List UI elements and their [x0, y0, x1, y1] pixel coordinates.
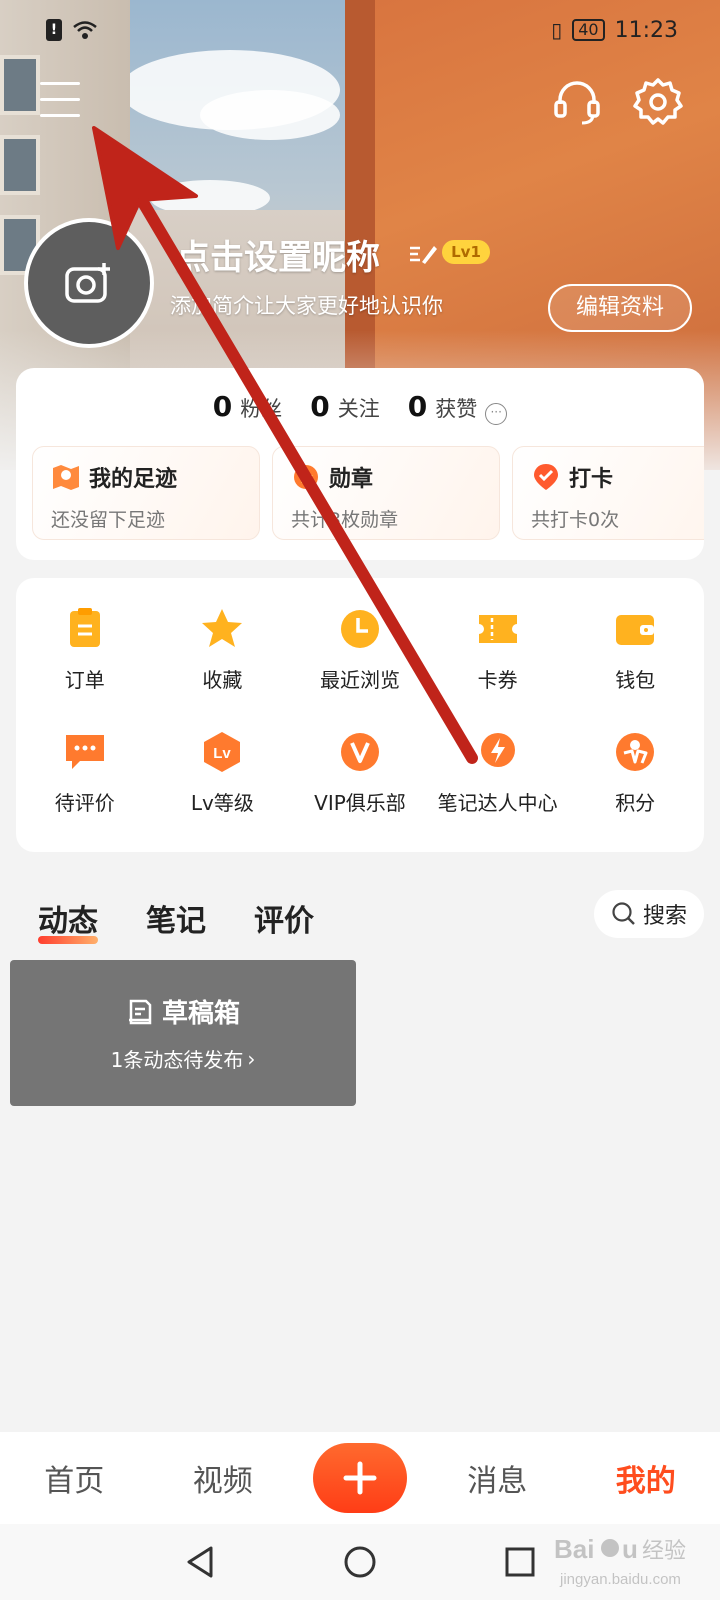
- service-favorites[interactable]: 收藏: [154, 606, 292, 693]
- service-coupons[interactable]: 卡券: [429, 606, 567, 693]
- drafts-title: 草稿箱: [161, 999, 240, 1029]
- service-label: VIP俱乐部: [314, 791, 406, 815]
- wifi-icon: [73, 21, 97, 39]
- stat-value: 0: [407, 390, 428, 423]
- lightning-icon: [480, 733, 515, 767]
- customer-service-icon[interactable]: [552, 78, 602, 126]
- vip-icon: [340, 733, 379, 771]
- alert-icon: !: [46, 19, 62, 41]
- recents-icon[interactable]: [503, 1545, 537, 1579]
- chevron-right-icon: ›: [247, 1046, 256, 1071]
- nickname[interactable]: 点击设置昵称: [176, 230, 380, 279]
- footprint-card[interactable]: 我的足迹 还没留下足迹: [32, 446, 260, 540]
- service-wallet[interactable]: 钱包: [566, 606, 704, 693]
- service-label: 积分: [615, 791, 656, 815]
- stat-followers[interactable]: 0 粉丝: [213, 390, 282, 423]
- avatar[interactable]: [24, 218, 154, 348]
- status-bar: ! ▯ 40 11:23: [0, 0, 720, 60]
- service-label: 卡券: [477, 668, 518, 692]
- edit-nickname-icon[interactable]: [408, 240, 438, 266]
- service-vip-club[interactable]: VIP俱乐部: [291, 729, 429, 816]
- settings-gear-icon[interactable]: [632, 76, 684, 128]
- medal-card[interactable]: 勋章 共计3枚勋章: [272, 446, 500, 540]
- search-label: 搜索: [642, 904, 687, 929]
- svg-text:jingyan.baidu.com: jingyan.baidu.com: [559, 1571, 681, 1588]
- quick-card-title: 我的足迹: [89, 467, 178, 492]
- stat-value: 0: [310, 390, 330, 423]
- quick-card-subtitle: 还没留下足迹: [51, 509, 166, 531]
- star-icon: [202, 609, 243, 647]
- stat-following[interactable]: 0 关注: [310, 390, 379, 423]
- drafts-subtitle: 1条动态待发布: [110, 1048, 244, 1072]
- plus-icon: [343, 1461, 377, 1495]
- draft-icon: [128, 999, 152, 1024]
- stat-label: 获赞: [435, 397, 478, 421]
- quick-card-subtitle: 共计3枚勋章: [291, 509, 399, 531]
- add-photo-icon: [65, 263, 110, 303]
- wallet-icon: [616, 615, 655, 645]
- menu-icon[interactable]: [40, 82, 80, 118]
- stat-likes[interactable]: 0 获赞 ···: [407, 390, 508, 425]
- drafts-box[interactable]: 草稿箱 1条动态待发布 ›: [10, 960, 356, 1106]
- service-pending-reviews[interactable]: 待评价: [16, 729, 154, 816]
- stat-label: 粉丝: [240, 397, 283, 421]
- search-button[interactable]: 搜索: [594, 890, 704, 938]
- quick-card-title: 勋章: [329, 467, 374, 492]
- svg-text:经验: 经验: [642, 1539, 686, 1564]
- home-circle-icon[interactable]: [342, 1544, 378, 1580]
- service-orders[interactable]: 订单: [16, 606, 154, 693]
- create-post-button[interactable]: [313, 1443, 407, 1513]
- bio-placeholder[interactable]: 添加简介让大家更好地认识你: [170, 290, 443, 320]
- map-icon: [53, 465, 79, 490]
- nav-messages[interactable]: 消息: [423, 1456, 572, 1500]
- back-icon[interactable]: [183, 1544, 217, 1580]
- more-info-icon[interactable]: ···: [485, 403, 508, 425]
- service-label: Lv等级: [190, 791, 254, 815]
- vibrate-icon: ▯: [551, 18, 563, 42]
- nav-home[interactable]: 首页: [0, 1456, 149, 1500]
- content-tabs: 动态 笔记 评价: [38, 896, 314, 944]
- service-label: 最近浏览: [319, 668, 400, 692]
- service-label: 订单: [64, 668, 105, 692]
- svg-text:Lv: Lv: [214, 745, 232, 762]
- tab-notes[interactable]: 笔记: [146, 896, 206, 940]
- service-creator-center[interactable]: 笔记达人中心: [429, 729, 567, 816]
- order-icon: [69, 608, 100, 647]
- service-label: 笔记达人中心: [437, 791, 558, 815]
- service-label: 收藏: [202, 668, 243, 692]
- quick-card-title: 打卡: [569, 467, 614, 492]
- search-icon: [612, 902, 635, 925]
- services-card: 订单 收藏 最近浏览 卡券 钱包 待评价 Lv Lv等级 VIP俱乐部 笔记达人…: [16, 578, 704, 852]
- stat-label: 关注: [337, 397, 380, 421]
- tab-activity[interactable]: 动态: [38, 896, 98, 944]
- tab-reviews[interactable]: 评价: [254, 896, 314, 940]
- points-icon: [616, 733, 655, 771]
- checkin-card[interactable]: 打卡 共打卡0次: [512, 446, 704, 540]
- bottom-nav: 首页 视频 消息 我的: [0, 1432, 720, 1524]
- battery-indicator: 40: [572, 19, 605, 41]
- level-badge: Lv1: [442, 240, 490, 264]
- edit-profile-button[interactable]: 编辑资料: [548, 284, 692, 332]
- quick-card-subtitle: 共打卡0次: [531, 509, 620, 531]
- level-icon: Lv: [204, 732, 241, 772]
- nav-video[interactable]: 视频: [149, 1456, 298, 1500]
- service-recent[interactable]: 最近浏览: [291, 606, 429, 693]
- stats-card: 0 粉丝 0 关注 0 获赞 ··· 我的足迹 还没留下足迹 勋章 共计3枚勋章…: [16, 368, 704, 560]
- service-label: 待评价: [54, 791, 115, 815]
- comment-icon: [65, 735, 104, 769]
- svg-text:u: u: [622, 1534, 638, 1564]
- service-points[interactable]: 积分: [566, 729, 704, 816]
- clock: 11:23: [614, 17, 678, 43]
- ticket-icon: [478, 615, 517, 643]
- nav-me[interactable]: 我的: [572, 1456, 720, 1500]
- service-label: 钱包: [615, 668, 656, 692]
- svg-text:Bai: Bai: [554, 1534, 594, 1564]
- clock-icon: [340, 610, 379, 648]
- checkin-icon: [534, 464, 558, 490]
- baidu-jingyan-watermark: Bai u 经验 jingyan.baidu.com: [554, 1534, 686, 1588]
- medal-icon: [294, 465, 318, 489]
- stat-value: 0: [212, 390, 233, 423]
- service-level[interactable]: Lv Lv等级: [154, 729, 292, 816]
